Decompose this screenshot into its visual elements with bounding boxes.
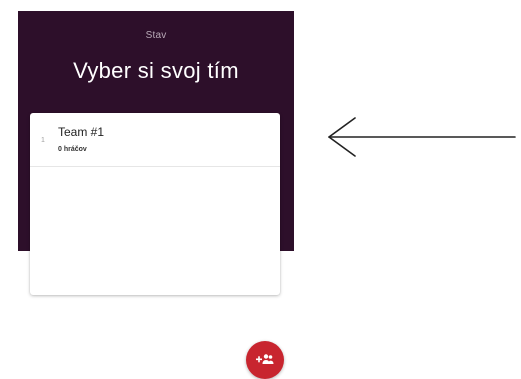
add-group-icon [256, 354, 274, 364]
team-list-card: 1 Team #1 0 hráčov [30, 113, 280, 295]
team-list-item[interactable]: 1 Team #1 0 hráčov [30, 113, 280, 167]
page: Stav Vyber si svoj tím 1 Team #1 0 hráčo… [0, 0, 521, 379]
status-label: Stav [145, 30, 167, 41]
team-name: Team #1 [58, 125, 105, 139]
team-index: 1 [41, 137, 45, 144]
left-arrow-icon [328, 117, 516, 157]
add-team-button[interactable] [246, 341, 284, 379]
page-title: Vyber si svoj tím [73, 58, 239, 83]
team-player-count: 0 hráčov [58, 146, 87, 153]
